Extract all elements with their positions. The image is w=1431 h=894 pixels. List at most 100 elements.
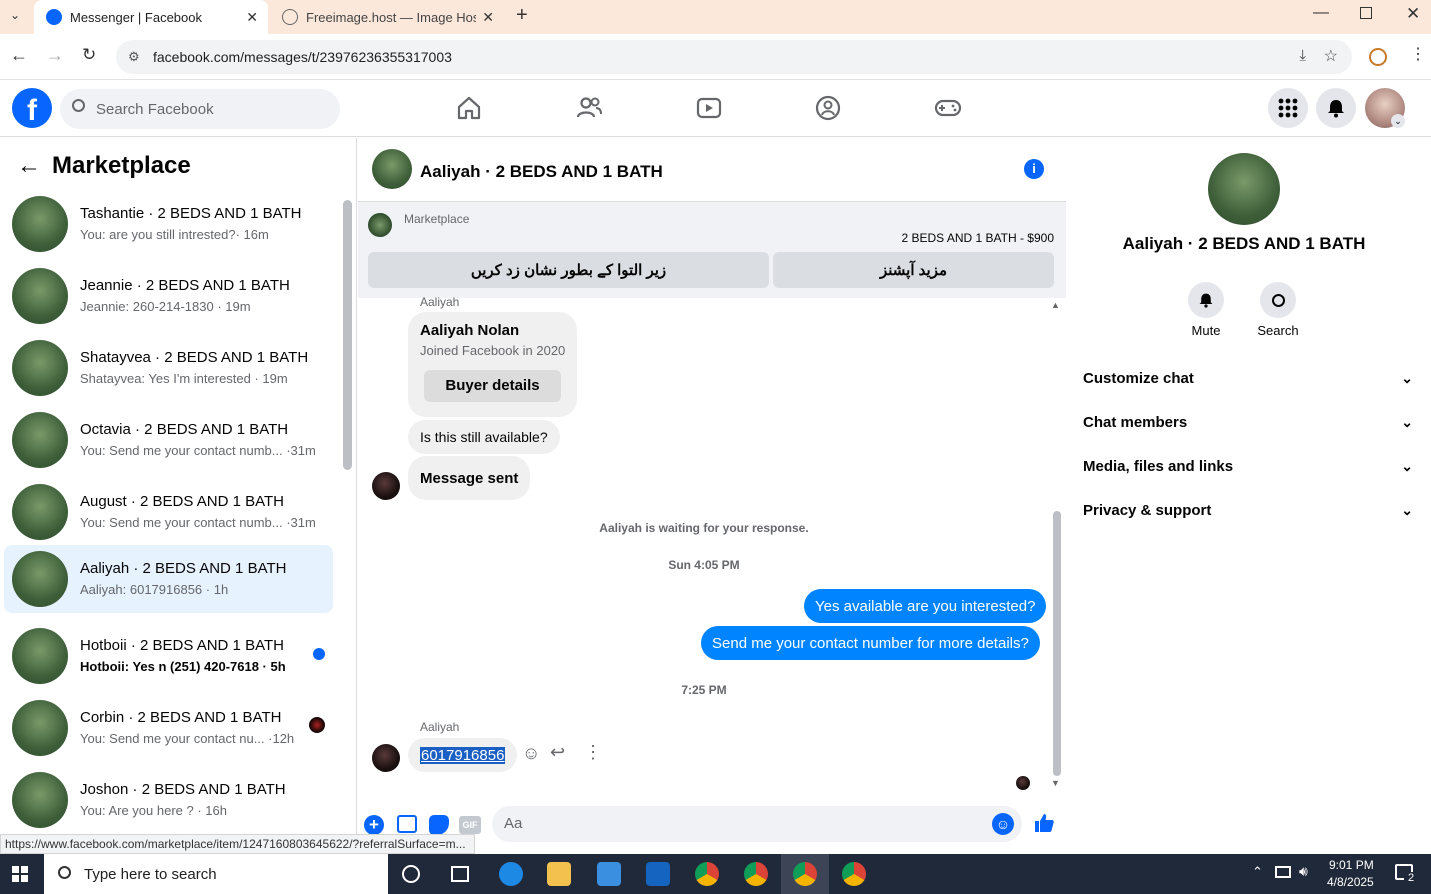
- menu-grid-button[interactable]: [1268, 88, 1308, 128]
- conversation-preview: You: are you still intrested?· 16m: [80, 227, 269, 242]
- section-privacy-support[interactable]: Privacy & support ⌄: [1083, 488, 1413, 532]
- search-input[interactable]: Search Facebook: [60, 89, 340, 129]
- section-customize-chat[interactable]: Customize chat ⌄: [1083, 356, 1413, 400]
- more-options-button[interactable]: مزید آپشنز: [773, 252, 1054, 288]
- outgoing-message[interactable]: Yes available are you interested?: [804, 589, 1047, 623]
- contact-avatar: [372, 744, 400, 772]
- conversation-item[interactable]: Jeannie · 2 BEDS AND 1 BATH Jeannie: 260-…: [4, 262, 333, 330]
- contact-avatar: [372, 472, 400, 500]
- network-icon[interactable]: [1275, 866, 1291, 878]
- notifications-button[interactable]: [1316, 88, 1356, 128]
- chat-avatar[interactable]: [372, 149, 412, 189]
- chat-title[interactable]: Aaliyah · 2 BEDS AND 1 BATH: [420, 162, 663, 182]
- gaming-icon[interactable]: [934, 94, 962, 122]
- conversation-item[interactable]: Corbin · 2 BEDS AND 1 BATH You: Send me y…: [4, 694, 333, 762]
- mark-pending-button[interactable]: زیر التوا کے بطور نشان زد کریں: [368, 252, 769, 288]
- phone-message-bubble[interactable]: 6017916856: [408, 738, 518, 772]
- close-tab-icon[interactable]: ✕: [246, 9, 258, 26]
- conversation-item[interactable]: Tashantie · 2 BEDS AND 1 BATH You: are yo…: [4, 190, 333, 258]
- windows-start-icon[interactable]: [12, 866, 28, 882]
- close-window-button[interactable]: ✕: [1406, 4, 1420, 24]
- forward-icon[interactable]: →: [46, 45, 64, 66]
- chat-scrollbar-track[interactable]: [1053, 511, 1061, 776]
- phone-number[interactable]: 6017916856: [420, 746, 506, 764]
- bell-icon: [1328, 100, 1344, 118]
- restore-button[interactable]: [1360, 7, 1372, 19]
- scrollbar-track[interactable]: [343, 200, 352, 470]
- mute-button[interactable]: [1188, 282, 1224, 318]
- react-emoji-icon[interactable]: ☺: [522, 743, 540, 764]
- listing-thumbnail[interactable]: [368, 213, 392, 237]
- site-info-icon[interactable]: ⚙: [128, 49, 140, 65]
- clock-time[interactable]: 9:01 PM: [1329, 858, 1374, 872]
- store-icon[interactable]: [597, 862, 621, 886]
- profile-icon[interactable]: [1369, 48, 1387, 66]
- attach-photo-icon[interactable]: [397, 815, 417, 833]
- gif-icon[interactable]: GIF: [459, 816, 481, 834]
- chrome-icon[interactable]: [695, 862, 719, 886]
- section-label: Customize chat: [1083, 369, 1194, 387]
- message-bubble[interactable]: Is this still available?: [408, 420, 560, 454]
- chat-info-panel: Aaliyah · 2 BEDS AND 1 BATH Mute Search …: [1067, 138, 1431, 854]
- friends-icon[interactable]: [575, 94, 603, 122]
- chrome-profile-icon[interactable]: [744, 862, 768, 886]
- emoji-icon[interactable]: ☺: [992, 813, 1014, 835]
- section-chat-members[interactable]: Chat members ⌄: [1083, 400, 1413, 444]
- clock-date[interactable]: 4/8/2025: [1327, 875, 1374, 889]
- reload-icon[interactable]: ↻: [82, 45, 96, 65]
- account-chevron-icon[interactable]: ⌄: [1391, 114, 1405, 128]
- groups-icon[interactable]: [814, 94, 842, 122]
- buyer-details-button[interactable]: Buyer details: [424, 370, 561, 402]
- chrome-active-icon[interactable]: [793, 862, 817, 886]
- listing-title[interactable]: 2 BEDS AND 1 BATH - $900: [901, 231, 1054, 245]
- message-input[interactable]: Aa ☺: [492, 806, 1022, 842]
- facebook-logo-icon[interactable]: f: [12, 88, 52, 128]
- conversation-item[interactable]: August · 2 BEDS AND 1 BATH You: Send me y…: [4, 478, 333, 546]
- conversation-item[interactable]: Joshon · 2 BEDS AND 1 BATH You: Are you h…: [4, 766, 333, 834]
- taskbar-search-input[interactable]: Type here to search: [44, 854, 388, 894]
- tray-chevron-icon[interactable]: ⌃: [1252, 864, 1263, 880]
- section-media-files[interactable]: Media, files and links ⌄: [1083, 444, 1413, 488]
- reply-icon[interactable]: ↩: [550, 742, 565, 763]
- watch-icon[interactable]: [695, 94, 723, 122]
- close-tab-icon[interactable]: ✕: [482, 9, 494, 26]
- conversation-item[interactable]: Shatayvea · 2 BEDS AND 1 BATH Shatayvea: …: [4, 334, 333, 402]
- freeimage-favicon-icon: [282, 9, 298, 25]
- conversation-item[interactable]: Hotboii · 2 BEDS AND 1 BATH Hotboii: Yes …: [4, 622, 333, 690]
- outgoing-message[interactable]: Send me your contact number for more det…: [701, 626, 1040, 660]
- mail-icon[interactable]: [646, 862, 670, 886]
- like-icon[interactable]: [1033, 812, 1055, 834]
- back-icon[interactable]: ←: [10, 45, 28, 66]
- sticker-icon[interactable]: [429, 815, 449, 835]
- info-icon[interactable]: i: [1024, 159, 1044, 179]
- volume-icon[interactable]: 🔊︎: [1299, 863, 1308, 880]
- tab-freeimage[interactable]: Freeimage.host — Image Hosti ✕: [270, 0, 504, 34]
- home-icon[interactable]: [455, 94, 483, 122]
- url-field[interactable]: ⚙ facebook.com/messages/t/23976236355317…: [116, 40, 1352, 74]
- more-actions-icon[interactable]: ⋮: [584, 742, 602, 763]
- search-chat-button[interactable]: [1260, 282, 1296, 318]
- facebook-top-nav: f Search Facebook ⌄: [0, 80, 1431, 137]
- chat-scroll-down-icon[interactable]: ▼: [1051, 778, 1060, 788]
- browser-menu-icon[interactable]: ⋮: [1410, 44, 1426, 64]
- conversation-item-selected[interactable]: Aaliyah · 2 BEDS AND 1 BATH Aaliyah: 6017…: [4, 545, 333, 613]
- edge-icon[interactable]: [499, 862, 523, 886]
- profile-photo[interactable]: [1208, 153, 1280, 225]
- conversation-item[interactable]: Octavia · 2 BEDS AND 1 BATH You: Send me …: [4, 406, 333, 474]
- tab-search-button[interactable]: ⌄: [6, 8, 24, 26]
- message-sent-bubble[interactable]: Message sent: [408, 456, 531, 500]
- chat-scroll-up-icon[interactable]: ▲: [1051, 300, 1060, 310]
- more-composer-actions-icon[interactable]: +: [364, 815, 384, 835]
- task-view-icon[interactable]: [451, 866, 469, 882]
- cortana-icon[interactable]: [402, 865, 420, 883]
- minimize-button[interactable]: —: [1313, 4, 1329, 22]
- conversation-preview: Jeannie: 260-214-1830 · 19m: [80, 299, 251, 314]
- file-explorer-icon[interactable]: [547, 862, 571, 886]
- install-icon[interactable]: ⤓: [1299, 47, 1306, 64]
- back-arrow-icon[interactable]: ←: [17, 152, 41, 180]
- timestamp: Sun 4:05 PM: [668, 558, 740, 572]
- new-tab-button[interactable]: +: [516, 4, 528, 27]
- tab-messenger[interactable]: Messenger | Facebook ✕: [34, 0, 268, 34]
- bookmark-star-icon[interactable]: ☆: [1324, 46, 1338, 66]
- chrome-b-icon[interactable]: [842, 862, 866, 886]
